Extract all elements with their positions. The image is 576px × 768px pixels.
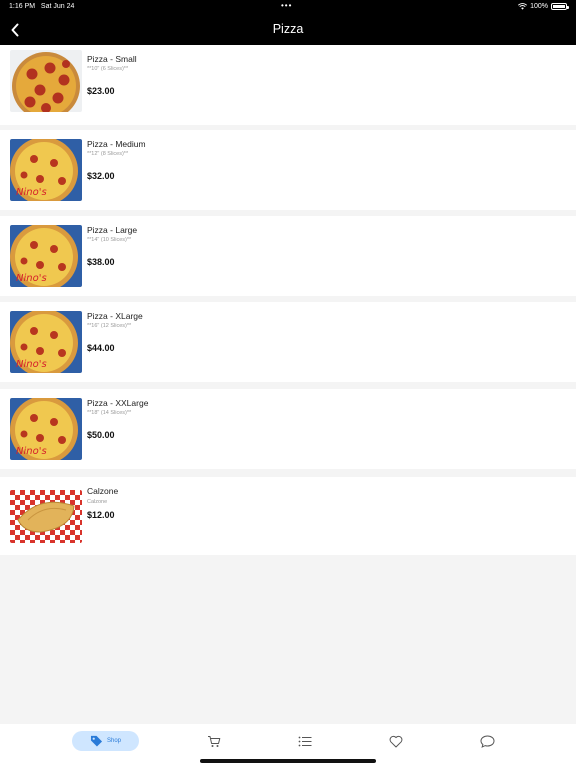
page-title: Pizza: [272, 22, 304, 36]
tab-messages[interactable]: [476, 731, 498, 751]
multitask-dots-icon[interactable]: •••: [281, 1, 292, 10]
status-time-text: 1:16 PM: [9, 3, 36, 10]
home-indicator[interactable]: [200, 759, 376, 763]
status-date-text: Sat Jun 24: [40, 3, 75, 10]
tab-orders[interactable]: [294, 731, 316, 751]
tag-icon: [90, 735, 103, 747]
top-bar: 1:16 PM Sat Jun 24 ••• 100% Pizza: [0, 0, 576, 45]
product-name: Pizza - Small: [87, 54, 137, 64]
product-image: Nino's: [10, 139, 82, 201]
list-icon: [298, 736, 312, 746]
list-item-pizza-large[interactable]: Nino's Pizza - Large **14" (10 Slices)**…: [0, 216, 576, 296]
svg-text:Nino's: Nino's: [16, 446, 47, 457]
product-description: **12" (8 Slices)**: [87, 151, 129, 157]
tab-shop-label: Shop: [106, 738, 121, 744]
product-image: [10, 490, 82, 543]
product-name: Pizza - Medium: [87, 139, 146, 149]
product-price: $23.00: [87, 86, 115, 96]
wifi-icon: [518, 3, 528, 10]
list-item-pizza-xxlarge[interactable]: Nino's Pizza - XXLarge **18" (14 Slices)…: [0, 389, 576, 469]
product-name: Pizza - Large: [87, 225, 138, 235]
product-description: **14" (10 Slices)**: [87, 237, 132, 243]
battery-percent: 100%: [530, 3, 548, 10]
product-image: Nino's: [10, 311, 82, 373]
product-price: $12.00: [87, 510, 115, 520]
product-price: $32.00: [87, 171, 115, 181]
heart-icon: [389, 735, 403, 747]
product-description: **18" (14 Slices)**: [87, 410, 132, 416]
product-image: Nino's: [10, 225, 82, 287]
product-description: **16" (12 Slices)**: [87, 323, 132, 329]
status-time: 1:16 PM Sat Jun 24: [9, 3, 74, 10]
tab-shop[interactable]: Shop: [72, 731, 139, 751]
tab-favorites[interactable]: [385, 731, 407, 751]
svg-text:Nino's: Nino's: [16, 273, 47, 284]
product-description: Calzone: [87, 499, 108, 505]
list-item-pizza-xlarge[interactable]: Nino's Pizza - XLarge **16" (12 Slices)*…: [0, 302, 576, 382]
list-item-calzone[interactable]: Calzone Calzone $12.00: [0, 477, 576, 555]
product-price: $50.00: [87, 430, 115, 440]
list-item-pizza-small[interactable]: Pizza - Small **10" (6 Slices)** $23.00: [0, 45, 576, 125]
svg-text:Nino's: Nino's: [16, 187, 47, 198]
battery-icon: [551, 3, 569, 10]
product-image: [10, 50, 82, 112]
svg-text:Nino's: Nino's: [16, 359, 47, 370]
product-price: $44.00: [87, 343, 115, 353]
list-item-pizza-medium[interactable]: Nino's Pizza - Medium **12" (8 Slices)**…: [0, 130, 576, 210]
tab-cart[interactable]: [203, 731, 225, 751]
product-description: **10" (6 Slices)**: [87, 66, 129, 72]
product-name: Pizza - XXLarge: [87, 398, 149, 408]
product-image: Nino's: [10, 398, 82, 460]
product-name: Pizza - XLarge: [87, 311, 143, 321]
cart-icon: [208, 735, 221, 747]
status-right: 100%: [518, 3, 569, 10]
product-name: Calzone: [87, 486, 119, 496]
chat-bubble-icon: [479, 734, 495, 748]
product-price: $38.00: [87, 257, 115, 267]
